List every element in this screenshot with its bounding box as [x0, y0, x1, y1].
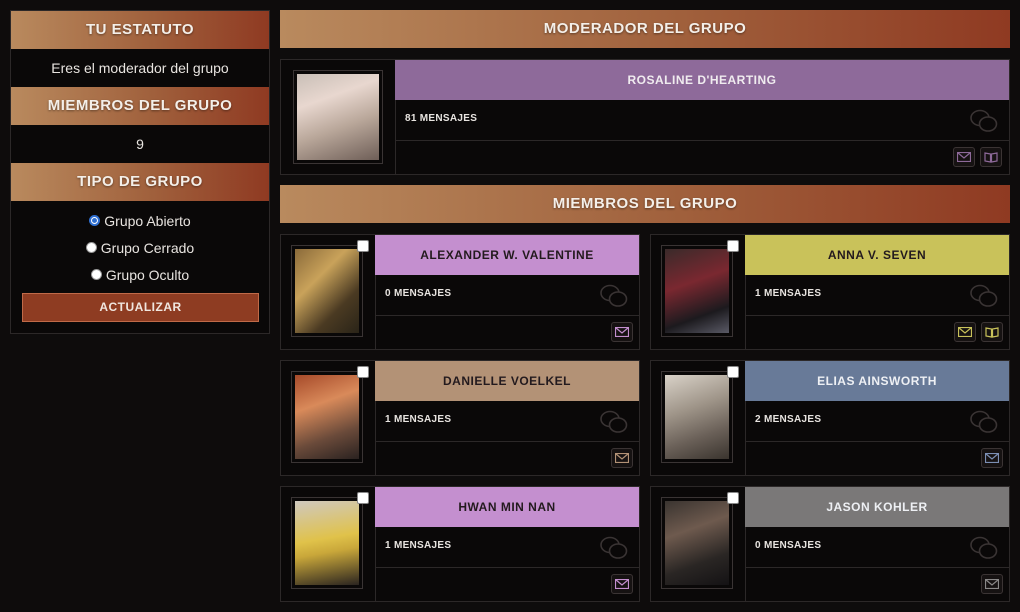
message-count: 81 MENSAJES [405, 113, 478, 124]
member-card: ALEXANDER W. VALENTINE 0 MENSAJES [280, 234, 640, 350]
chat-bubbles-icon[interactable] [599, 409, 629, 435]
message-row: 1 MENSAJES [375, 527, 639, 568]
envelope-icon[interactable] [954, 322, 976, 342]
avatar[interactable] [291, 497, 363, 589]
message-row: 0 MENSAJES [745, 527, 1009, 568]
book-icon[interactable] [980, 147, 1002, 167]
avatar-frame [281, 487, 376, 601]
members-count: 9 [136, 136, 144, 152]
avatar[interactable] [291, 245, 363, 337]
radio-label: Grupo Oculto [105, 266, 190, 283]
member-card: JASON KOHLER 0 MENSAJES [650, 486, 1010, 602]
radio-button[interactable] [89, 215, 101, 226]
action-icons [745, 441, 1009, 475]
member-card: HWAN MIN NAN 1 MENSAJES [280, 486, 640, 602]
group-info-panel: TU ESTATUTO Eres el moderador del grupo … [10, 10, 270, 334]
moderator-section-title: MODERADOR DEL GRUPO [280, 10, 1010, 48]
chat-bubbles-icon[interactable] [599, 283, 629, 309]
radio-label: Grupo Cerrado [100, 239, 195, 256]
status-text: Eres el moderador del grupo [51, 60, 229, 76]
chat-bubbles-icon[interactable] [969, 535, 999, 561]
member-name[interactable]: ALEXANDER W. VALENTINE [375, 235, 639, 275]
envelope-icon[interactable] [611, 574, 633, 594]
action-icons [375, 441, 639, 475]
message-row: 0 MENSAJES [375, 275, 639, 316]
action-icons [375, 315, 639, 349]
envelope-icon[interactable] [981, 448, 1003, 468]
book-icon[interactable] [981, 322, 1003, 342]
envelope-icon[interactable] [953, 147, 975, 167]
members-section-title: MIEMBROS DEL GRUPO [280, 185, 1010, 223]
radio-button[interactable] [90, 269, 102, 280]
avatar-frame [281, 60, 396, 174]
avatar[interactable] [661, 497, 733, 589]
message-count: 2 MENSAJES [755, 414, 822, 425]
action-icons [745, 315, 1009, 349]
member-name[interactable]: ELIAS AINSWORTH [745, 361, 1009, 401]
member-checkbox[interactable] [357, 366, 369, 378]
member-card: ELIAS AINSWORTH 2 MENSAJES [650, 360, 1010, 476]
radio-label: Grupo Abierto [104, 212, 191, 229]
member-name[interactable]: JASON KOHLER [745, 487, 1009, 527]
member-card: DANIELLE VOELKEL 1 MENSAJES [280, 360, 640, 476]
avatar[interactable] [293, 70, 383, 164]
avatar-frame [281, 361, 376, 475]
action-icons [375, 567, 639, 601]
message-row: 2 MENSAJES [745, 401, 1009, 442]
moderator-name[interactable]: ROSALINE D'HEARTING [395, 60, 1009, 100]
chat-bubbles-icon[interactable] [969, 409, 999, 435]
chat-bubbles-icon[interactable] [969, 108, 999, 134]
envelope-icon[interactable] [611, 448, 633, 468]
avatar-frame [651, 361, 746, 475]
radio-open-group[interactable]: Grupo Abierto [11, 207, 269, 234]
update-button[interactable]: ACTUALIZAR [22, 293, 259, 322]
message-row: 81 MENSAJES [395, 100, 1009, 141]
avatar-frame [651, 235, 746, 349]
group-type-title: TIPO DE GRUPO [11, 163, 269, 201]
member-checkbox[interactable] [727, 492, 739, 504]
chat-bubbles-icon[interactable] [599, 535, 629, 561]
status-title: TU ESTATUTO [11, 11, 269, 49]
avatar[interactable] [291, 371, 363, 463]
message-count: 0 MENSAJES [385, 288, 452, 299]
member-checkbox[interactable] [357, 492, 369, 504]
message-row: 1 MENSAJES [375, 401, 639, 442]
avatar-frame [281, 235, 376, 349]
avatar[interactable] [661, 245, 733, 337]
member-name[interactable]: HWAN MIN NAN [375, 487, 639, 527]
radio-closed-group[interactable]: Grupo Cerrado [11, 234, 269, 261]
avatar-frame [651, 487, 746, 601]
moderator-card: ROSALINE D'HEARTING 81 MENSAJES [280, 59, 1010, 175]
member-checkbox[interactable] [727, 366, 739, 378]
radio-button[interactable] [85, 242, 97, 253]
member-name[interactable]: ANNA V. SEVEN [745, 235, 1009, 275]
action-icons [395, 140, 1009, 174]
message-count: 0 MENSAJES [755, 540, 822, 551]
action-icons [745, 567, 1009, 601]
member-name[interactable]: DANIELLE VOELKEL [375, 361, 639, 401]
envelope-icon[interactable] [981, 574, 1003, 594]
message-count: 1 MENSAJES [385, 414, 452, 425]
radio-hidden-group[interactable]: Grupo Oculto [11, 261, 269, 288]
avatar[interactable] [661, 371, 733, 463]
message-count: 1 MENSAJES [755, 288, 822, 299]
member-checkbox[interactable] [727, 240, 739, 252]
envelope-icon[interactable] [611, 322, 633, 342]
members-title: MIEMBROS DEL GRUPO [11, 87, 269, 125]
message-count: 1 MENSAJES [385, 540, 452, 551]
message-row: 1 MENSAJES [745, 275, 1009, 316]
member-checkbox[interactable] [357, 240, 369, 252]
member-card: ANNA V. SEVEN 1 MENSAJES [650, 234, 1010, 350]
chat-bubbles-icon[interactable] [969, 283, 999, 309]
